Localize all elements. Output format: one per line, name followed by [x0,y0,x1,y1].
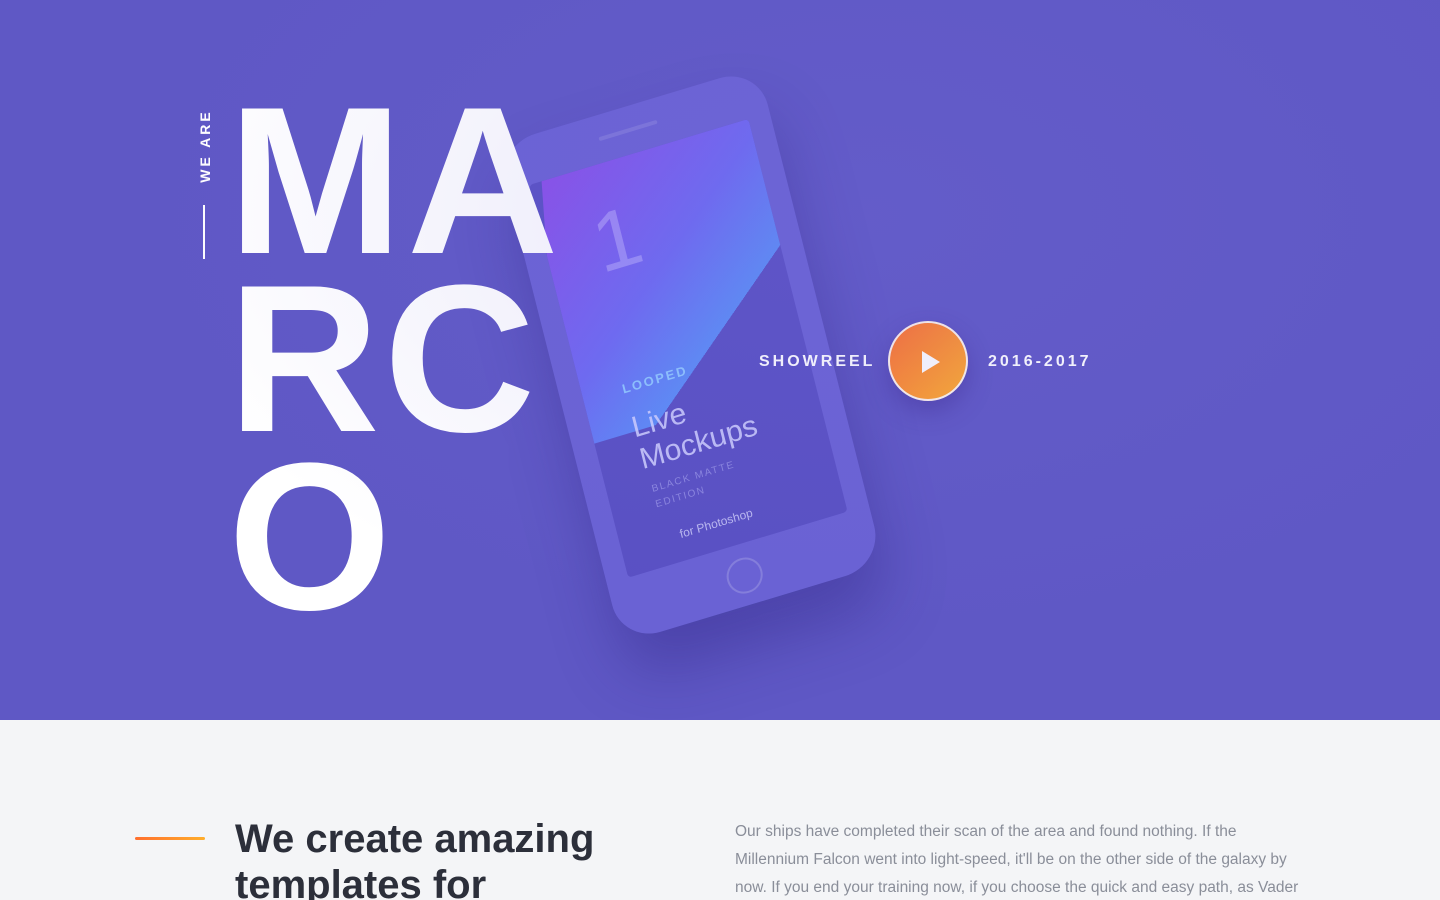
phone-screen: 1 LOOPED Live Mockups BLACK MATTE EDITIO… [529,118,848,578]
eyebrow-vertical: WE ARE [195,108,215,188]
about-text: Our ships have completed their scan of t… [735,823,1299,896]
showreel-label: SHOWREEL [759,353,876,370]
eyebrow-divider [203,205,205,259]
play-icon [922,351,940,373]
hero-title: MA RC O [228,63,563,654]
accent-divider [135,837,205,840]
about-section: We create amazing templates for Our ship… [0,720,1440,900]
eyebrow-text: WE ARE [197,109,213,183]
screen-tagline: for Photoshop [678,505,755,541]
about-title: We create amazing templates for [235,817,595,900]
phone-speaker [598,119,658,142]
showreel-years: 2016-2017 [988,353,1092,370]
play-showreel-button[interactable] [888,321,968,401]
hero-section: 1 LOOPED Live Mockups BLACK MATTE EDITIO… [0,0,1440,720]
phone-home-button [722,553,767,599]
